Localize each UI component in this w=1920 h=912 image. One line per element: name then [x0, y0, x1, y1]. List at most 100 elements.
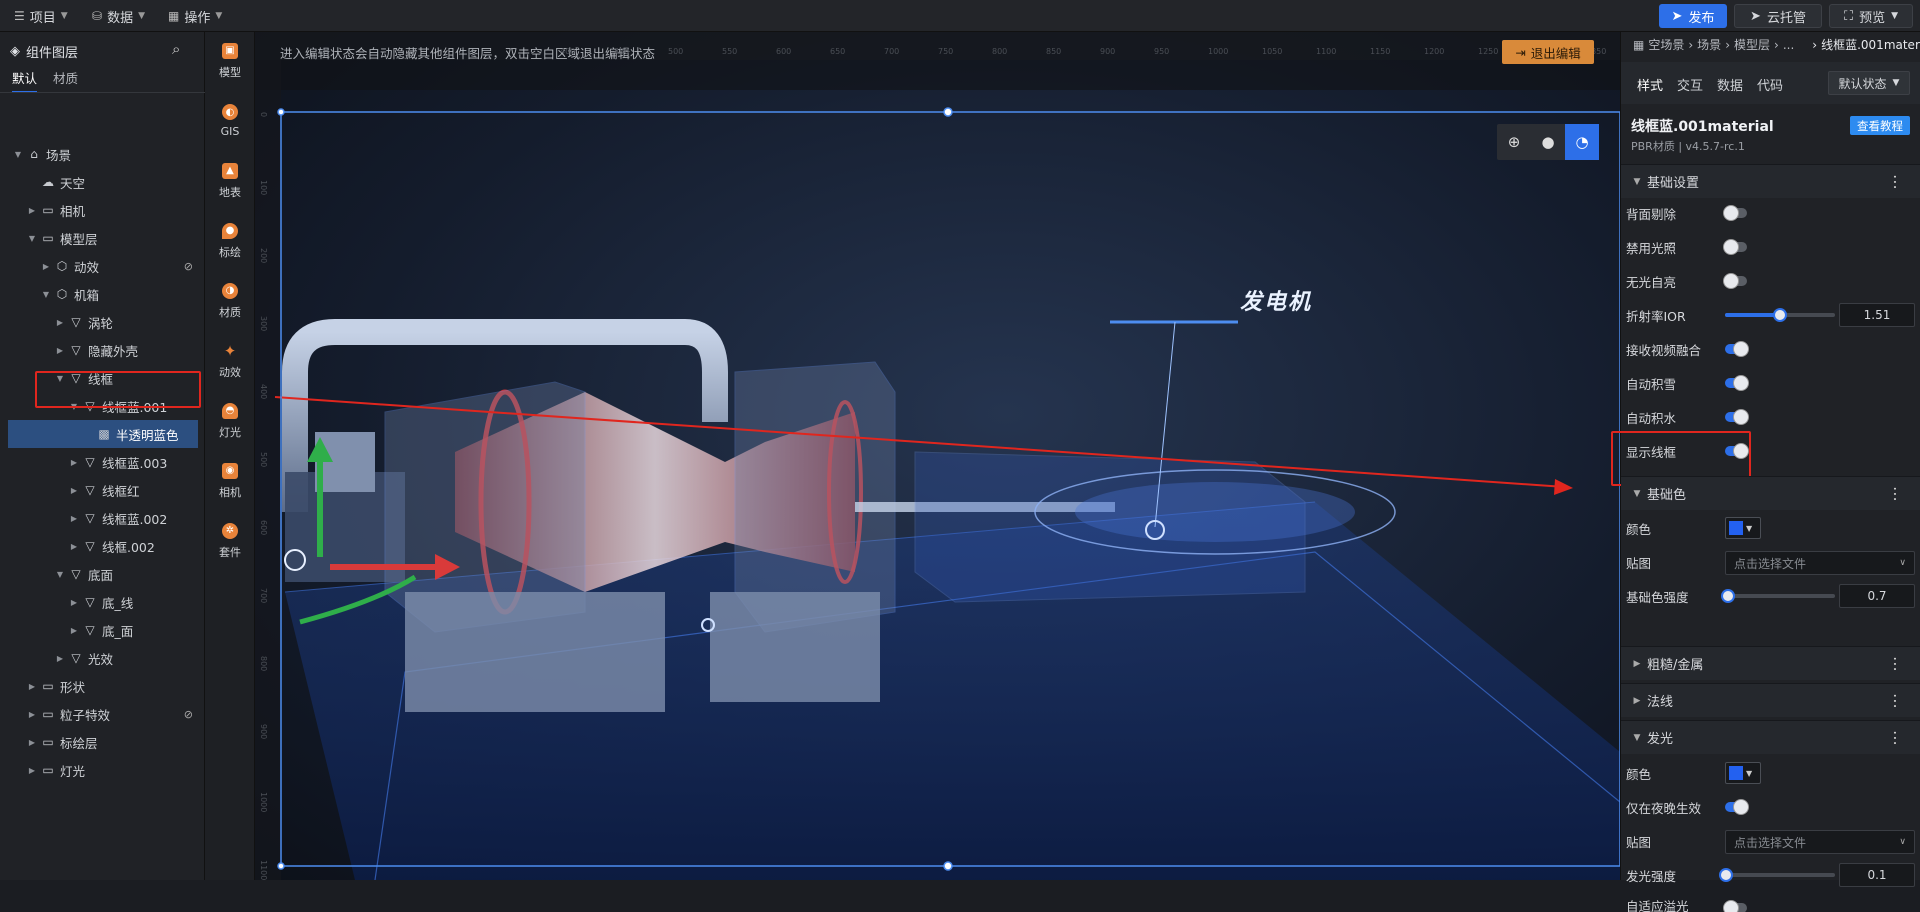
layer-tree-item[interactable]: ▶ ▭ 形状 [0, 672, 205, 700]
tool-model[interactable]: ▣ 模型 [205, 36, 255, 86]
menu-project[interactable]: ☰ 项目 ▼ [14, 0, 68, 32]
base-intensity-input[interactable]: 0.7 [1839, 584, 1915, 608]
tool-material[interactable]: ◑ 材质 [205, 276, 255, 326]
eye-hidden-icon[interactable]: ⊘ [184, 260, 193, 273]
menu-data[interactable]: ⛁ 数据 ▼ [92, 0, 145, 32]
crumb-ellipsis[interactable]: ... [1783, 38, 1794, 52]
more-icon[interactable]: ⋯ [1886, 486, 1905, 501]
collapse-arrow-icon[interactable]: ▼ [40, 290, 52, 299]
tool-camera[interactable]: ◉ 相机 [205, 456, 255, 506]
tool-effect[interactable]: ✦ 动效 [205, 336, 255, 386]
emissive-file-select[interactable]: 点击选择文件 ∨ [1725, 830, 1915, 854]
expand-arrow-icon[interactable]: ▶ [68, 542, 80, 551]
crumb-scene[interactable]: 空场景 [1648, 36, 1684, 53]
layer-tree-item[interactable]: ▶ ▽ 涡轮 [0, 308, 205, 336]
cloud-hosting-button[interactable]: ➤ 云托管 [1734, 4, 1822, 28]
ior-input[interactable]: 1.51 [1839, 303, 1915, 327]
globe-view-icon[interactable]: ⊕ [1497, 124, 1531, 160]
layer-tree-item[interactable]: ▩ 半透明蓝色 [8, 420, 198, 448]
unlit-toggle[interactable] [1723, 273, 1747, 289]
layer-tree-item[interactable]: ▶ ▽ 线框红 [0, 476, 205, 504]
exit-edit-button[interactable]: ⇥ 退出编辑 [1502, 40, 1594, 64]
menu-ops[interactable]: ▦ 操作 ▼ [168, 0, 222, 32]
layer-tree-item[interactable]: ▶ ▽ 隐藏外壳 [0, 336, 205, 364]
layer-tree-item[interactable]: ▶ ▽ 线框蓝.002 [0, 504, 205, 532]
tab-style[interactable]: 样式 [1637, 75, 1663, 94]
layer-tree-item[interactable]: ▶ ▽ 底_面 [0, 616, 205, 644]
section-normal[interactable]: ▶ 法线 ⋯ [1621, 683, 1920, 717]
layer-tree-item[interactable]: ▶ ▭ 粒子特效 ⊘ [0, 700, 205, 728]
expand-arrow-icon[interactable]: ▶ [54, 318, 66, 327]
emissive-color-picker[interactable]: ▼ [1725, 762, 1761, 784]
section-roughness[interactable]: ▶ 粗糙/金属 ⋯ [1621, 646, 1920, 680]
layer-tree-item[interactable]: ▶ ▽ 线框蓝.003 [0, 448, 205, 476]
expand-arrow-icon[interactable]: ▶ [68, 486, 80, 495]
layer-tree-item[interactable]: ☁ 天空 [0, 168, 205, 196]
layer-tree-item[interactable]: ▼ ⬡ 机箱 [0, 280, 205, 308]
preview-button[interactable]: ⛶ 预览 ▼ [1829, 4, 1913, 28]
base-intensity-slider[interactable] [1721, 589, 1835, 603]
scene-canvas[interactable]: 进入编辑状态会自动隐藏其他组件图层，双击空白区域退出编辑状态 400 450 500… [255, 32, 1620, 880]
tool-marker[interactable]: ● 标绘 [205, 216, 255, 266]
layer-tree-item[interactable]: ▶ ▽ 底_线 [0, 588, 205, 616]
expand-arrow-icon[interactable]: ▶ [68, 514, 80, 523]
more-icon[interactable]: ⋯ [1886, 174, 1905, 189]
layer-tree-item[interactable]: ▼ ▭ 模型层 [0, 224, 205, 252]
emissive-intensity-input[interactable]: 0.1 [1839, 863, 1915, 887]
layer-tree-item[interactable]: ▶ ▽ 光效 [0, 644, 205, 672]
texture-file-select[interactable]: 点击选择文件 ∨ [1725, 551, 1915, 575]
tool-gis[interactable]: ◐ GIS [205, 96, 255, 146]
collapse-arrow-icon[interactable]: ▼ [12, 150, 24, 159]
tab-interaction[interactable]: 交互 [1677, 75, 1703, 94]
night-only-toggle[interactable] [1725, 799, 1749, 815]
tab-data[interactable]: 数据 [1717, 75, 1743, 94]
expand-arrow-icon[interactable]: ▶ [26, 206, 38, 215]
expand-arrow-icon[interactable]: ▶ [68, 626, 80, 635]
layer-tree-item[interactable]: ▼ ⌂ 场景 [0, 140, 205, 168]
tool-light[interactable]: ◓ 灯光 [205, 396, 255, 446]
section-basic[interactable]: ▼ 基础设置 ⋯ [1621, 164, 1920, 198]
disable-light-toggle[interactable] [1723, 239, 1747, 255]
expand-arrow-icon[interactable]: ▶ [26, 766, 38, 775]
backface-cull-toggle[interactable] [1723, 205, 1747, 221]
tab-default[interactable]: 默认 [12, 68, 38, 93]
wire-view-icon[interactable]: ◔ [1565, 124, 1599, 160]
slider-knob[interactable] [1773, 308, 1787, 322]
more-icon[interactable]: ⋯ [1886, 693, 1905, 708]
publish-button[interactable]: ➤ 发布 [1659, 4, 1727, 28]
tab-material[interactable]: 材质 [53, 68, 78, 87]
layer-tree-item[interactable]: ▶ ▽ 线框.002 [0, 532, 205, 560]
expand-arrow-icon[interactable]: ▶ [68, 598, 80, 607]
expand-arrow-icon[interactable]: ▶ [40, 262, 52, 271]
expand-arrow-icon[interactable]: ▶ [54, 654, 66, 663]
layer-tree-item[interactable]: ▼ ▽ 底面 [0, 560, 205, 588]
collapse-arrow-icon[interactable]: ▼ [54, 570, 66, 579]
tool-terrain[interactable]: ▲ 地表 [205, 156, 255, 206]
layer-tree-item[interactable]: ▶ ▭ 标绘层 [0, 728, 205, 756]
expand-arrow-icon[interactable]: ▶ [26, 738, 38, 747]
tutorial-button[interactable]: 查看教程 [1850, 116, 1910, 135]
expand-arrow-icon[interactable]: ▶ [54, 346, 66, 355]
sphere-view-icon[interactable]: ● [1531, 124, 1565, 160]
eye-hidden-icon[interactable]: ⊘ [184, 708, 193, 721]
auto-snow-toggle[interactable] [1725, 375, 1749, 391]
auto-water-toggle[interactable] [1725, 409, 1749, 425]
search-icon[interactable]: ⌕ [172, 40, 180, 58]
video-blend-toggle[interactable] [1725, 341, 1749, 357]
emissive-intensity-slider[interactable] [1719, 868, 1835, 882]
layer-tree-item[interactable]: ▶ ▭ 灯光 [0, 756, 205, 784]
state-select[interactable]: 默认状态 ▼ [1828, 71, 1910, 95]
expand-arrow-icon[interactable]: ▶ [68, 458, 80, 467]
auto-fit-toggle[interactable] [1723, 900, 1747, 912]
section-emissive[interactable]: ▼ 发光 ⋯ [1621, 720, 1920, 754]
crumb-layer[interactable]: 模型层 [1734, 36, 1770, 53]
tool-kit[interactable]: ✲ 套件 [205, 516, 255, 566]
layer-tree-item[interactable]: ▶ ▭ 相机 [0, 196, 205, 224]
crumb-root[interactable]: 场景 [1697, 36, 1721, 53]
section-basecolor[interactable]: ▼ 基础色 ⋯ [1621, 476, 1920, 510]
expand-arrow-icon[interactable]: ▶ [26, 710, 38, 719]
tab-code[interactable]: 代码 [1757, 75, 1783, 94]
more-icon[interactable]: ⋯ [1886, 656, 1905, 671]
layer-tree-item[interactable]: ▶ ⬡ 动效 ⊘ [0, 252, 205, 280]
expand-arrow-icon[interactable]: ▶ [26, 682, 38, 691]
